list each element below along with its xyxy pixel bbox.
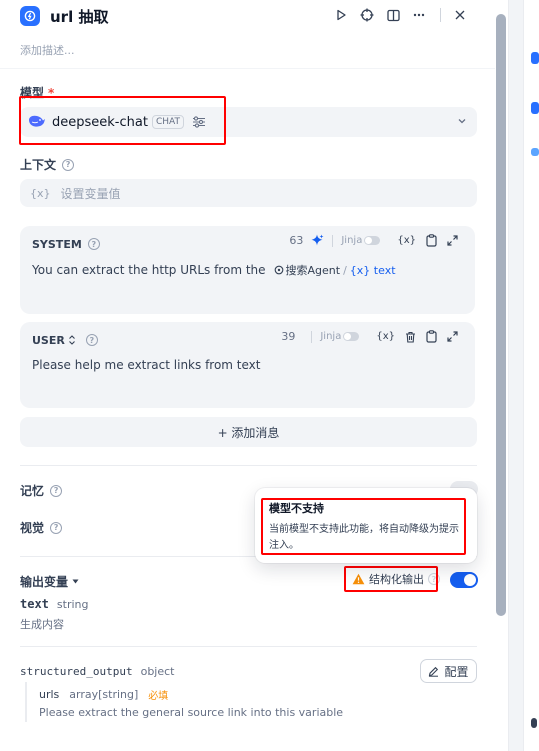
- sparkle-icon[interactable]: [311, 234, 324, 247]
- expand-icon[interactable]: [447, 235, 458, 246]
- token-count: 63: [289, 234, 304, 247]
- memory-label-text: 记忆: [20, 484, 45, 498]
- panel-header: url 抽取: [20, 4, 108, 28]
- user-text: Please help me extract links from text: [32, 358, 261, 372]
- context-label: 上下文 ?: [20, 156, 75, 173]
- system-message-tools: 63 Jinja {x}: [289, 234, 463, 247]
- output-var-row: text string: [20, 597, 88, 611]
- node-panel: url 抽取 添加描述... 模型 * deepseek-chat CHAT 上…: [0, 0, 509, 751]
- help-icon: ?: [62, 158, 75, 171]
- structured-child-row: urls array[string] 必填: [39, 687, 168, 702]
- highlight-structured-output: [344, 566, 438, 592]
- scrollbar-thumb[interactable]: [496, 14, 506, 616]
- structured-var-name: structured_output: [20, 665, 133, 678]
- jinja-toggle[interactable]: [364, 236, 381, 245]
- expand-icon[interactable]: [447, 331, 458, 342]
- canvas-edge: [509, 0, 539, 751]
- structured-output-row: structured_output object: [20, 665, 175, 678]
- section-divider: [20, 465, 477, 466]
- clipboard-icon[interactable]: [426, 234, 437, 247]
- structured-output-switch[interactable]: [450, 572, 478, 588]
- help-icon: ?: [50, 484, 63, 497]
- tool-separator: [332, 234, 334, 247]
- tool-separator: [311, 330, 313, 343]
- config-button[interactable]: 配置: [420, 659, 477, 683]
- split-view-icon[interactable]: [384, 6, 402, 24]
- edit-icon: [428, 666, 439, 677]
- output-vars-label[interactable]: 输出变量: [20, 573, 79, 590]
- clipboard-icon[interactable]: [426, 330, 437, 343]
- canvas-node-marker: [531, 718, 537, 728]
- system-message-box: SYSTEM ? 63 Jinja {x} You can extract th…: [20, 226, 475, 314]
- vision-label-text: 视觉: [20, 521, 45, 535]
- add-message-button[interactable]: + 添加消息: [20, 417, 477, 447]
- node-title[interactable]: url 抽取: [50, 6, 108, 27]
- help-icon: ?: [50, 521, 63, 534]
- jinja-label: Jinja: [341, 235, 363, 246]
- target-icon[interactable]: [358, 6, 376, 24]
- nested-guide-line: [25, 682, 27, 722]
- vision-label: 视觉 ?: [20, 519, 63, 536]
- token-count: 39: [281, 330, 296, 343]
- llm-node-icon: [20, 6, 40, 26]
- agent-node-icon: [274, 265, 284, 275]
- canvas-node-marker: [531, 52, 539, 64]
- user-message-tools: 39 Jinja {x}: [281, 330, 463, 343]
- help-icon: ?: [87, 238, 100, 250]
- output-var-desc: 生成内容: [20, 618, 64, 631]
- ref-node-name: 搜索Agent: [285, 264, 341, 277]
- output-var-name: text: [20, 597, 49, 611]
- more-icon[interactable]: [410, 6, 428, 24]
- child-var-name: urls: [39, 688, 60, 701]
- child-var-type: array[string]: [69, 688, 139, 701]
- context-placeholder: 设置变量值: [60, 186, 121, 201]
- trash-icon[interactable]: [405, 331, 416, 343]
- system-text: You can extract the http URLs from the: [32, 263, 266, 277]
- structured-var-type: object: [140, 665, 175, 678]
- ref-variable: {x} text: [349, 263, 396, 277]
- system-message-text[interactable]: You can extract the http URLs from the 搜…: [32, 262, 463, 278]
- ref-separator: /: [343, 263, 347, 277]
- user-role-label[interactable]: USER: [32, 334, 65, 347]
- user-message-text[interactable]: Please help me extract links from text: [32, 358, 463, 372]
- canvas-node-marker: [531, 102, 539, 114]
- system-role-label: SYSTEM: [32, 237, 82, 251]
- memory-label: 记忆 ?: [20, 482, 63, 499]
- config-label: 配置: [444, 664, 469, 679]
- header-divider: [440, 8, 441, 22]
- output-var-type: string: [56, 597, 89, 611]
- run-icon[interactable]: [332, 6, 350, 24]
- required-badge: 必填: [148, 691, 169, 702]
- output-label-text: 输出变量: [20, 575, 69, 589]
- insert-variable-icon[interactable]: {x}: [397, 235, 416, 246]
- header-actions: [332, 6, 477, 24]
- variable-reference-chip[interactable]: 搜索Agent / {x} text: [274, 262, 396, 278]
- section-divider: [20, 646, 477, 647]
- variable-icon: {x}: [30, 186, 51, 200]
- header-separator: [0, 68, 495, 69]
- highlight-tooltip: [261, 498, 466, 555]
- chevron-down-icon: [457, 115, 467, 129]
- description-input[interactable]: 添加描述...: [20, 42, 75, 58]
- highlight-model: [19, 96, 226, 145]
- canvas-node-marker: [531, 148, 539, 156]
- context-variable-input[interactable]: {x} 设置变量值: [20, 179, 477, 207]
- context-label-text: 上下文: [20, 158, 57, 172]
- caret-down-icon: [72, 579, 79, 584]
- jinja-label: Jinja: [320, 331, 342, 342]
- help-icon: ?: [85, 334, 98, 346]
- child-var-desc: Please extract the general source link i…: [39, 706, 344, 719]
- jinja-toggle[interactable]: [343, 332, 360, 341]
- close-icon[interactable]: [451, 6, 469, 24]
- role-switch-icon[interactable]: [68, 335, 76, 345]
- insert-variable-icon[interactable]: {x}: [376, 331, 395, 342]
- user-message-box: USER ? 39 Jinja {x} Please help me extra…: [20, 322, 475, 408]
